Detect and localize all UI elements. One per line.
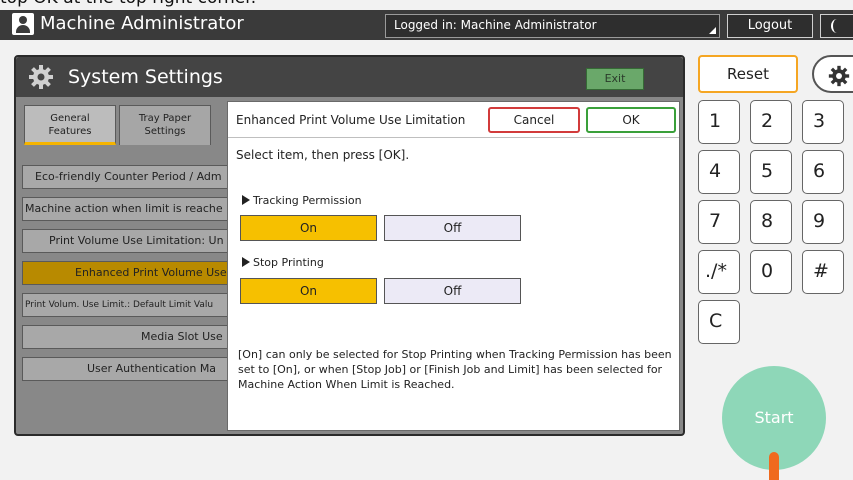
key-5[interactable]: 5 bbox=[750, 150, 792, 194]
triangle-icon bbox=[242, 257, 250, 267]
list-item[interactable]: Print Volum. Use Limit.: Default Limit V… bbox=[22, 293, 232, 317]
instruction-caption: top OK at the top right corner. bbox=[0, 0, 400, 8]
key-8[interactable]: 8 bbox=[750, 200, 792, 244]
user-name: Machine Administrator bbox=[40, 13, 244, 34]
user-icon bbox=[12, 13, 34, 35]
key-hash[interactable]: # bbox=[802, 250, 844, 294]
key-clear[interactable]: C bbox=[698, 300, 740, 344]
screen: top OK at the top right corner. Machine … bbox=[0, 0, 853, 480]
cancel-button[interactable]: Cancel bbox=[488, 107, 580, 133]
key-0[interactable]: 0 bbox=[750, 250, 792, 294]
exit-button[interactable]: Exit bbox=[586, 68, 644, 90]
panel-header: System Settings Exit bbox=[16, 57, 683, 97]
tab-general-features[interactable]: General Features bbox=[24, 105, 116, 145]
list-item[interactable]: User Authentication Ma bbox=[22, 357, 232, 381]
list-item[interactable]: Print Volume Use Limitation: Un bbox=[22, 229, 232, 253]
expand-corner-icon bbox=[709, 27, 716, 34]
settings-tabs: General Features Tray Paper Settings bbox=[24, 105, 234, 145]
dialog-instruction: Select item, then press [OK]. bbox=[236, 148, 410, 162]
ok-button[interactable]: OK bbox=[586, 107, 676, 133]
tracking-off-button[interactable]: Off bbox=[384, 215, 521, 241]
stop-printing-label: Stop Printing bbox=[242, 256, 324, 269]
stop-printing-on-button[interactable]: On bbox=[240, 278, 377, 304]
key-2[interactable]: 2 bbox=[750, 100, 792, 144]
key-6[interactable]: 6 bbox=[802, 150, 844, 194]
login-status-text: Logged in: Machine Administrator bbox=[394, 18, 597, 32]
settings-button[interactable] bbox=[812, 55, 853, 93]
start-indicator-led bbox=[769, 452, 779, 480]
list-item[interactable]: Machine action when limit is reache bbox=[22, 197, 232, 221]
gear-icon bbox=[29, 65, 53, 89]
dialog-title: Enhanced Print Volume Use Limitation bbox=[236, 113, 466, 127]
panel-title: System Settings bbox=[68, 66, 223, 88]
top-bar: Machine Administrator Logged in: Machine… bbox=[0, 10, 853, 40]
key-7[interactable]: 7 bbox=[698, 200, 740, 244]
login-status-box[interactable]: Logged in: Machine Administrator bbox=[385, 14, 720, 38]
tab-tray-paper-settings[interactable]: Tray Paper Settings bbox=[119, 105, 211, 145]
logout-button[interactable]: Logout bbox=[727, 14, 813, 38]
tracking-permission-label: Tracking Permission bbox=[242, 194, 362, 207]
reset-button[interactable]: Reset bbox=[698, 55, 798, 93]
list-item[interactable]: Eco-friendly Counter Period / Adm bbox=[22, 165, 232, 189]
energy-saver-button[interactable] bbox=[820, 14, 853, 38]
list-item[interactable]: Media Slot Use bbox=[22, 325, 232, 349]
moon-icon bbox=[831, 19, 843, 33]
gear-icon bbox=[828, 65, 850, 87]
enhanced-print-volume-dialog: Enhanced Print Volume Use Limitation Can… bbox=[227, 101, 680, 431]
key-dot-star[interactable]: ./* bbox=[698, 250, 740, 294]
key-4[interactable]: 4 bbox=[698, 150, 740, 194]
dialog-header: Enhanced Print Volume Use Limitation Can… bbox=[228, 102, 679, 138]
list-item-selected[interactable]: Enhanced Print Volume Use bbox=[22, 261, 232, 285]
stop-printing-off-button[interactable]: Off bbox=[384, 278, 521, 304]
key-3[interactable]: 3 bbox=[802, 100, 844, 144]
dialog-note: [On] can only be selected for Stop Print… bbox=[238, 348, 672, 391]
key-9[interactable]: 9 bbox=[802, 200, 844, 244]
tracking-on-button[interactable]: On bbox=[240, 215, 377, 241]
key-1[interactable]: 1 bbox=[698, 100, 740, 144]
triangle-icon bbox=[242, 195, 250, 205]
